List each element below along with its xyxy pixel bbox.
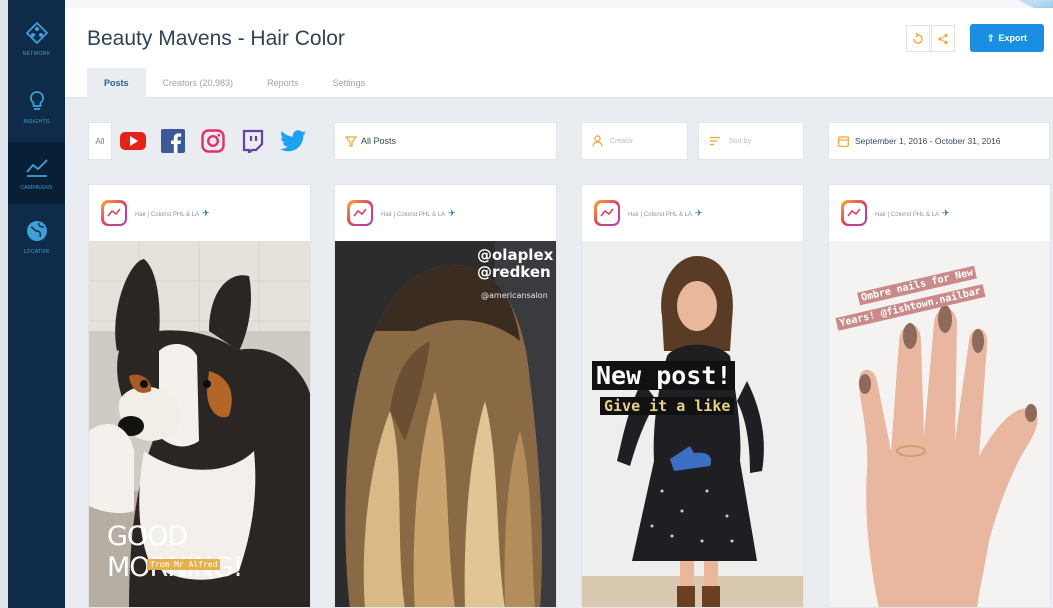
- post-filter-dropdown[interactable]: All Posts: [334, 122, 557, 160]
- story-text-new-post: New post!: [592, 361, 736, 390]
- twitter-filter[interactable]: [280, 128, 306, 154]
- creator-filter-input[interactable]: Creator: [581, 122, 688, 160]
- card-header: Hair | Colorist PHL & LA ✈: [89, 185, 310, 241]
- refresh-button[interactable]: [906, 25, 930, 52]
- instagram-icon: [594, 200, 620, 226]
- upload-icon: ⇧: [986, 32, 995, 43]
- nav-label: LOCATOR: [23, 249, 50, 255]
- sort-icon: [710, 136, 720, 146]
- network-icon: [25, 21, 48, 45]
- card-header: Hair | Colorist PHL & LA ✈: [829, 185, 1050, 241]
- post-image-dog[interactable]: GOOD MORNING! from Mr Alfred: [89, 241, 310, 607]
- tab-creators[interactable]: Creators (20,983): [146, 68, 251, 98]
- instagram-icon: [101, 200, 127, 226]
- instagram-icon: [841, 200, 867, 226]
- airplane-icon: ✈: [942, 207, 950, 218]
- calendar-icon: [838, 136, 849, 147]
- airplane-icon: ✈: [448, 207, 456, 218]
- twitch-filter[interactable]: [240, 128, 266, 154]
- window-frame: [0, 0, 8, 608]
- date-range-value: September 1, 2016 - October 31, 2016: [855, 136, 1001, 146]
- nav-label: NETWORK: [22, 51, 51, 57]
- tab-reports[interactable]: Reports: [250, 68, 316, 98]
- story-subtext: from Mr Alfred: [147, 559, 221, 570]
- share-icon: [938, 33, 948, 44]
- youtube-icon: [120, 132, 146, 150]
- globe-icon: [26, 221, 47, 241]
- nav-label: CAMPAIGNS: [20, 185, 53, 191]
- card-author: Hair | Colorist PHL & LA ✈: [381, 207, 456, 218]
- facebook-filter[interactable]: [160, 128, 186, 154]
- facebook-icon: [161, 129, 185, 153]
- post-card[interactable]: Hair | Colorist PHL & LA ✈ Ombre nails fo…: [828, 184, 1051, 608]
- post-card[interactable]: Hair | Colorist PHL & LA ✈ New post! Give…: [581, 184, 804, 608]
- export-button[interactable]: ⇧ Export: [970, 24, 1044, 52]
- card-header: Hair | Colorist PHL & LA ✈: [582, 185, 803, 241]
- story-text-good-morning: GOOD MORNING!: [107, 521, 243, 583]
- date-range-picker[interactable]: September 1, 2016 - October 31, 2016: [828, 122, 1050, 160]
- nav-item-network[interactable]: NETWORK: [8, 8, 65, 70]
- page-title: Beauty Mavens - Hair Color: [87, 27, 345, 50]
- card-author: Hair | Colorist PHL & LA ✈: [875, 207, 950, 218]
- user-icon: [592, 135, 603, 147]
- sort-placeholder: Sort by: [729, 137, 752, 145]
- tab-posts[interactable]: Posts: [87, 68, 146, 98]
- instagram-filter[interactable]: [200, 128, 226, 154]
- nav-item-campaigns[interactable]: CAMPAIGNS: [8, 142, 65, 204]
- instagram-icon: [201, 129, 225, 153]
- post-card[interactable]: Hair | Colorist PHL & LA ✈ @olaplex @redk…: [334, 184, 557, 608]
- filter-all-networks[interactable]: All: [88, 122, 112, 160]
- tab-settings[interactable]: Settings: [316, 68, 383, 98]
- filter-icon: [345, 135, 357, 147]
- twitter-icon: [280, 130, 306, 152]
- airplane-icon: ✈: [202, 207, 210, 218]
- sort-dropdown[interactable]: Sort by: [698, 122, 804, 160]
- story-tag-olaplex: @olaplex: [477, 246, 554, 264]
- card-author: Hair | Colorist PHL & LA ✈: [135, 207, 210, 218]
- refresh-icon: [913, 32, 923, 44]
- youtube-filter[interactable]: [120, 128, 146, 154]
- story-subtext: Give it a like: [600, 397, 735, 415]
- post-image-woman[interactable]: New post! Give it a like: [582, 241, 803, 607]
- tab-bar: Posts Creators (20,983) Reports Settings: [87, 68, 382, 98]
- post-filter-value: All Posts: [361, 136, 397, 146]
- export-label: Export: [998, 33, 1028, 43]
- top-edge: [65, 0, 1053, 8]
- post-image-hair[interactable]: @olaplex @redken @americansalon: [335, 241, 556, 607]
- post-card[interactable]: Hair | Colorist PHL & LA✈ GOOD MORNING! …: [88, 184, 311, 608]
- card-author: Hair | Colorist PHL & LA ✈: [628, 207, 703, 218]
- post-image-nails[interactable]: Ombre nails for New Years! @fishtown.nai…: [829, 241, 1050, 607]
- twitch-icon: [242, 129, 264, 153]
- nav-label: INSIGHTS: [23, 119, 50, 125]
- airplane-icon: ✈: [695, 207, 703, 218]
- creator-placeholder: Creator: [610, 137, 634, 145]
- story-tag-salon: @americansalon: [481, 291, 548, 300]
- lightbulb-icon: [29, 91, 44, 110]
- story-tag-redken: @redken: [477, 263, 551, 281]
- share-button[interactable]: [931, 25, 955, 52]
- nav-item-locator[interactable]: LOCATOR: [8, 206, 65, 268]
- header: Beauty Mavens - Hair Color Posts Creator…: [65, 8, 1053, 98]
- nav-item-insights[interactable]: INSIGHTS: [8, 76, 65, 138]
- chart-line-icon: [25, 159, 48, 177]
- sidebar: NETWORK INSIGHTS CAMPAIGNS LOCATOR: [8, 0, 65, 608]
- card-header: Hair | Colorist PHL & LA ✈: [335, 185, 556, 241]
- instagram-icon: [347, 200, 373, 226]
